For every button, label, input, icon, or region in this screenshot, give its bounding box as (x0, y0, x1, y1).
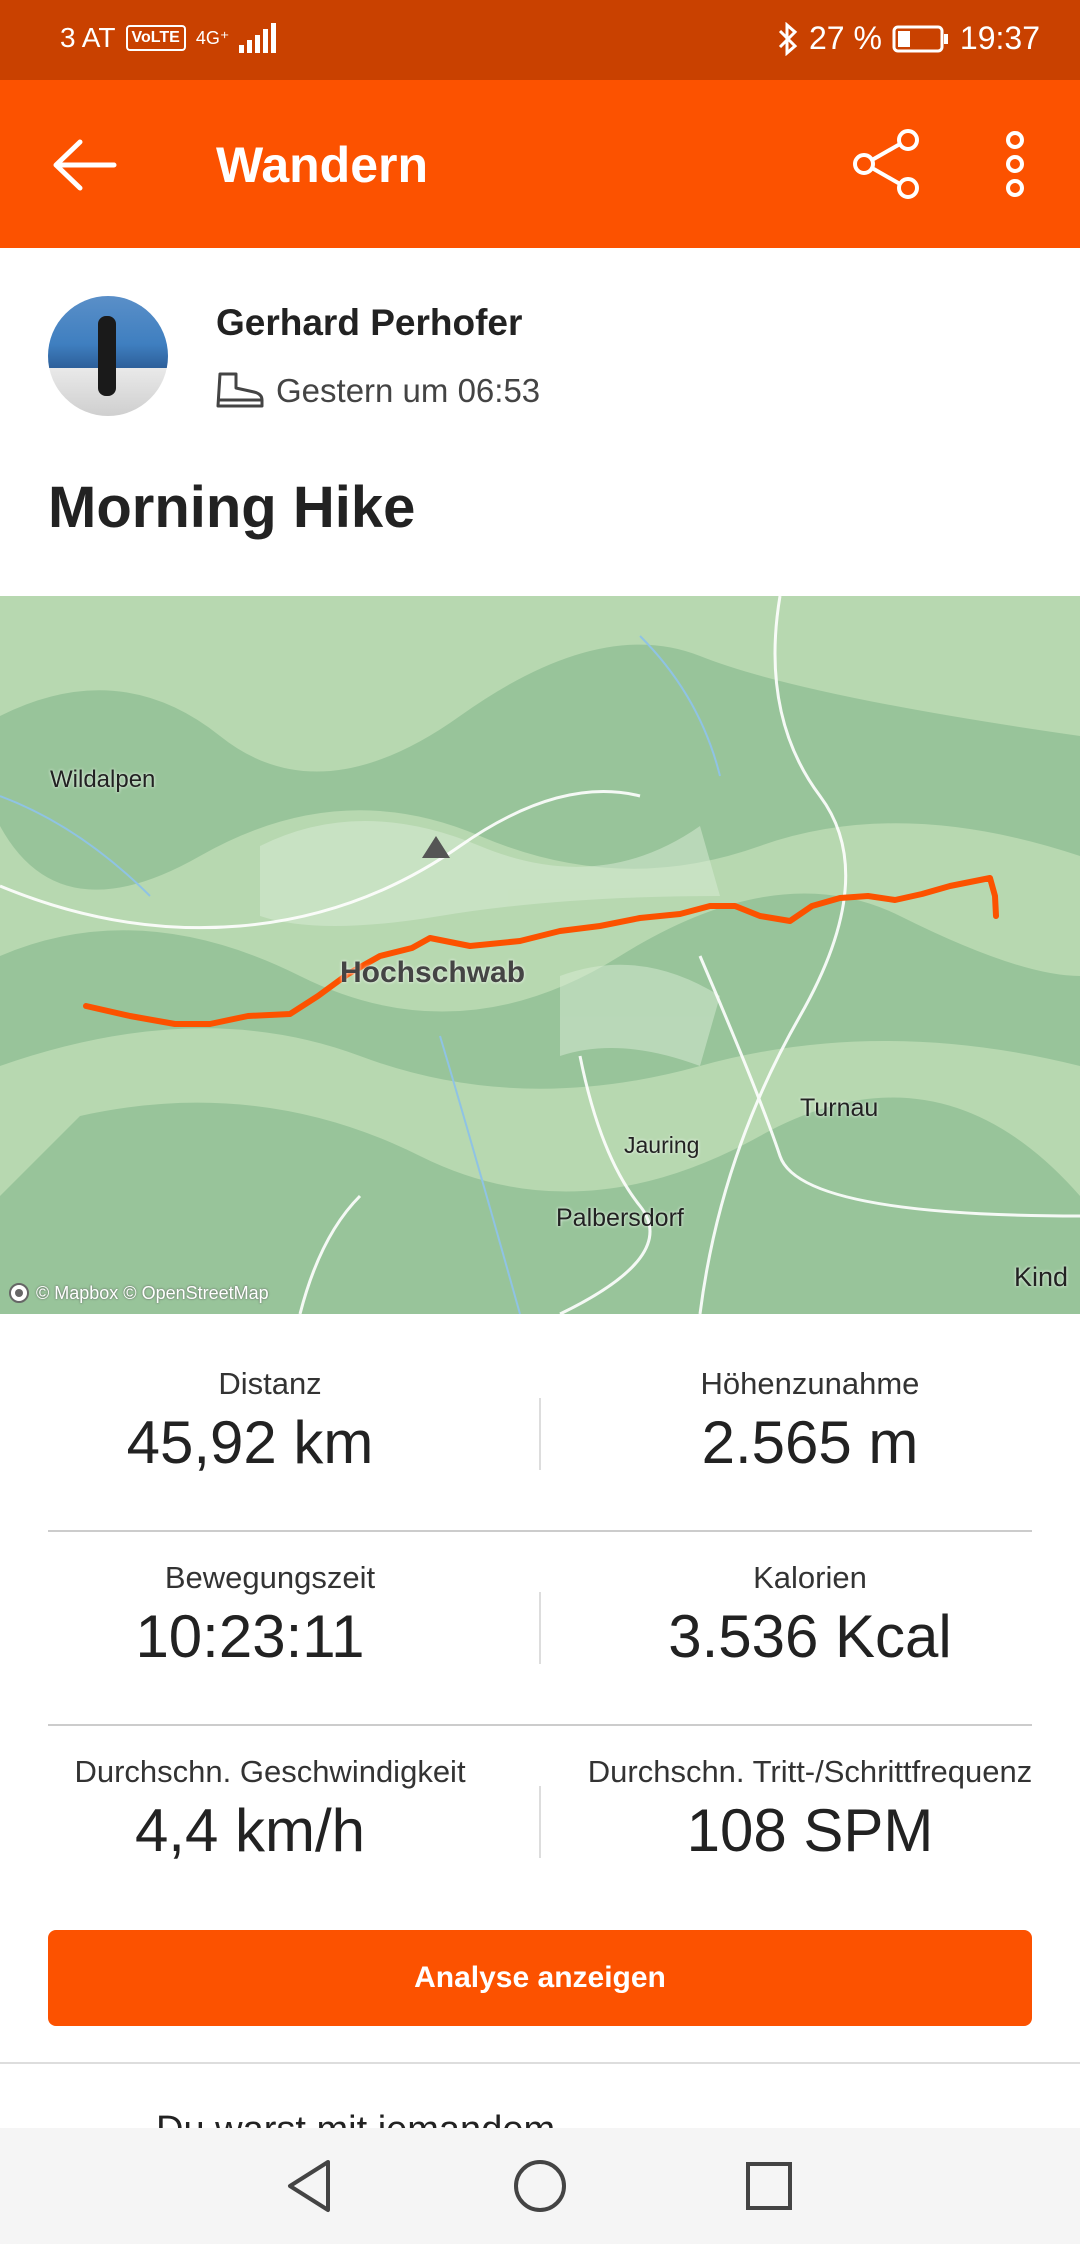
nav-home-icon[interactable] (512, 2158, 568, 2214)
activity-title: Morning Hike (48, 475, 416, 540)
stat-value: 3.536 Kcal (668, 1603, 952, 1670)
group-activity-text: Du warst mit jemandem (156, 2109, 556, 2130)
volte-badge: VoLTE (125, 25, 186, 51)
share-icon[interactable] (850, 128, 922, 200)
map-attribution[interactable]: © Mapbox © OpenStreetMap (8, 1282, 269, 1304)
map-label-jauring: Jauring (624, 1132, 700, 1158)
stat-calories: Kalorien 3.536 Kcal (540, 1560, 1080, 1671)
avatar[interactable] (48, 296, 168, 416)
map-label-hochschwab: Hochschwab (340, 956, 526, 989)
page-title: Wandern (216, 137, 429, 193)
stat-value: 108 SPM (686, 1797, 934, 1864)
status-right: 27 % 19:37 (777, 20, 1040, 57)
route-map[interactable]: Wildalpen Hochschwab Turnau Jauring Palb… (0, 596, 1080, 1314)
map-label-wildalpen: Wildalpen (50, 766, 156, 793)
stat-moving-time: Bewegungszeit 10:23:11 (0, 1560, 540, 1671)
map-canvas (0, 596, 1080, 1314)
row-divider (48, 1724, 1032, 1726)
more-options-icon[interactable] (990, 128, 1040, 200)
map-label-kind: Kind (1014, 1262, 1069, 1292)
system-nav-bar (0, 2128, 1080, 2244)
stat-label: Höhenzunahme (700, 1366, 920, 1401)
section-divider (0, 2062, 1080, 2064)
row-divider (48, 1530, 1032, 1532)
status-left: 3 AT VoLTE 4G⁺ (60, 22, 283, 54)
carrier-label: 3 AT (60, 22, 116, 53)
stat-avg-cadence: Durchschn. Tritt-/Schrittfrequenz 108 SP… (540, 1754, 1080, 1865)
battery-percent: 27 % (808, 20, 882, 56)
status-bar: 3 AT VoLTE 4G⁺ 27 % 19:37 (0, 0, 1080, 80)
clock: 19:37 (959, 20, 1040, 56)
stat-label: Kalorien (753, 1560, 867, 1595)
network-label: 4G⁺ (195, 27, 230, 48)
activity-timestamp: Gestern um 06:53 (276, 372, 541, 409)
stat-value: 4,4 km/h (134, 1797, 366, 1864)
app-bar: Wandern (0, 80, 1080, 248)
stat-label: Distanz (218, 1366, 322, 1401)
stat-label: Durchschn. Tritt-/Schrittfrequenz (587, 1754, 1033, 1789)
stat-value: 2.565 m (701, 1409, 919, 1476)
stat-distance: Distanz 45,92 km (0, 1366, 540, 1477)
stat-avg-speed: Durchschn. Geschwindigkeit 4,4 km/h (0, 1754, 540, 1865)
stat-elevation: Höhenzunahme 2.565 m (540, 1366, 1080, 1477)
map-label-palbersdorf: Palbersdorf (556, 1204, 684, 1232)
athlete-name[interactable]: Gerhard Perhofer (216, 302, 522, 344)
bluetooth-icon (778, 21, 798, 56)
stat-label: Durchschn. Geschwindigkeit (74, 1754, 466, 1789)
signal-icon (239, 23, 277, 53)
stat-label: Bewegungszeit (164, 1560, 376, 1595)
stat-value: 45,92 km (126, 1409, 374, 1476)
map-attribution-text: © Mapbox © OpenStreetMap (36, 1282, 269, 1303)
avatar-runner (98, 316, 116, 396)
analysis-button[interactable]: Analyse anzeigen (48, 1930, 1032, 2026)
mapbox-logo-icon (9, 1283, 29, 1303)
nav-recents-icon[interactable] (744, 2158, 794, 2214)
nav-back-icon[interactable] (284, 2158, 336, 2214)
hiking-boot-icon (216, 372, 264, 408)
map-label-turnau: Turnau (800, 1094, 879, 1122)
back-arrow-icon[interactable] (50, 130, 120, 200)
battery-icon (892, 25, 948, 52)
stat-value: 10:23:11 (135, 1603, 365, 1670)
